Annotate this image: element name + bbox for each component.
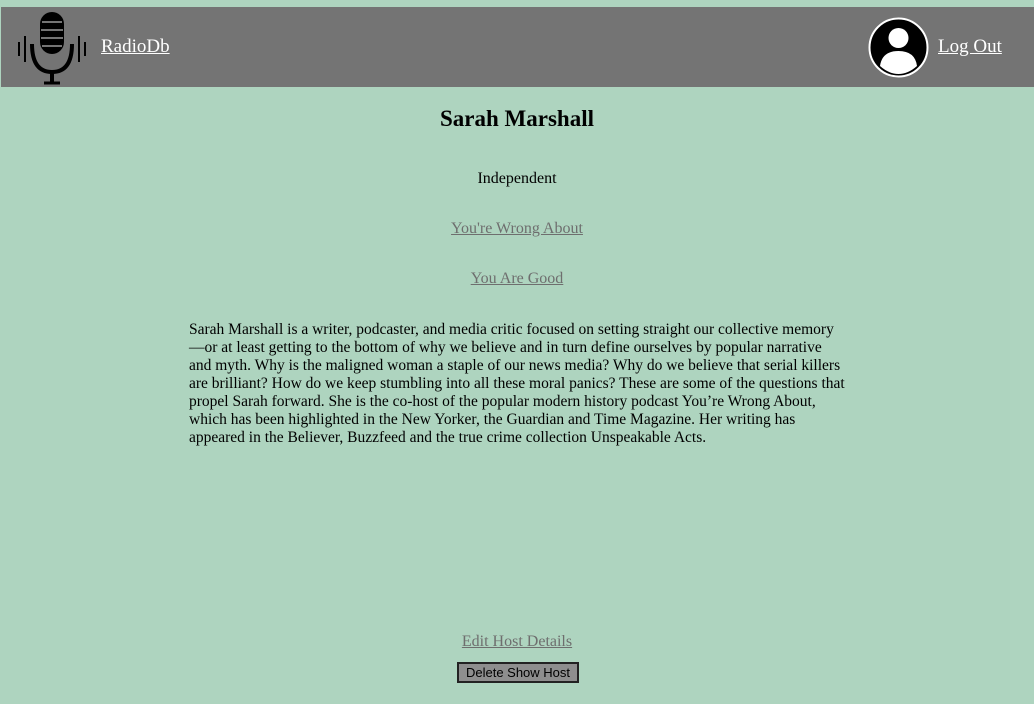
show-link-youre-wrong-about[interactable]: You're Wrong About xyxy=(451,220,583,237)
delete-show-host-button[interactable]: Delete Show Host xyxy=(457,662,579,683)
show-link-item: You Are Good xyxy=(0,270,1034,288)
edit-link-container: Edit Host Details xyxy=(0,633,1034,651)
show-link-you-are-good[interactable]: You Are Good xyxy=(471,270,564,287)
host-network: Independent xyxy=(477,170,557,187)
show-link-item: You're Wrong About xyxy=(0,220,1034,238)
host-bio: Sarah Marshall is a writer, podcaster, a… xyxy=(189,321,845,446)
edit-host-details-link[interactable]: Edit Host Details xyxy=(462,633,572,650)
host-name: Sarah Marshall xyxy=(440,106,594,131)
top-strip xyxy=(0,0,1034,7)
user-avatar-icon[interactable] xyxy=(868,17,929,78)
navbar: RadioDb Log Out xyxy=(1,7,1034,87)
logout-link[interactable]: Log Out xyxy=(938,36,1002,58)
microphone-icon[interactable] xyxy=(16,10,88,86)
brand-link[interactable]: RadioDb xyxy=(101,36,170,58)
